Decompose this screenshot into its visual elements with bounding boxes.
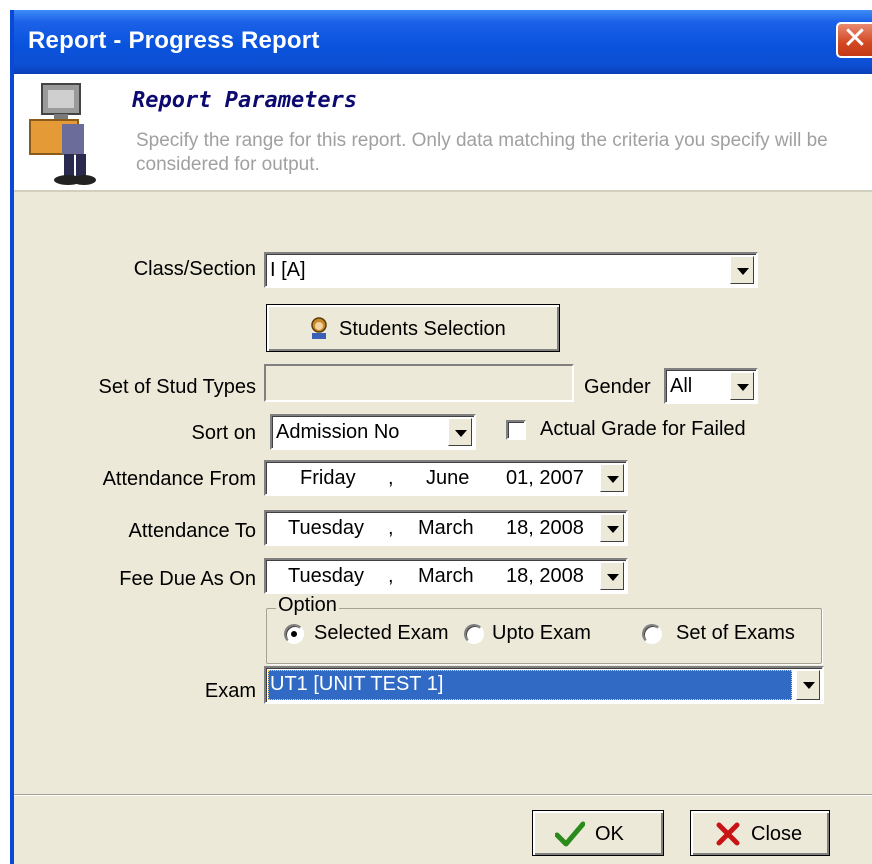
close-button[interactable]: Close [690, 810, 830, 856]
gender-value: All [670, 375, 693, 397]
checkmark-icon [555, 821, 585, 847]
exam-dropdown[interactable]: UT1 [UNIT TEST 1] [264, 666, 824, 704]
set-of-exams-label: Set of Exams [676, 622, 795, 644]
header-banner: Report Parameters Specify the range for … [14, 74, 872, 190]
chevron-down-icon[interactable] [730, 372, 754, 400]
fee-due-day: Tuesday [288, 565, 364, 587]
attendance-from-date-picker[interactable]: Friday , June 01, 2007 [264, 460, 628, 496]
banner-heading: Report Parameters [132, 88, 358, 113]
chevron-down-icon[interactable] [600, 464, 624, 492]
ok-label: OK [595, 823, 624, 845]
fee-due-date-picker[interactable]: Tuesday , March 18, 2008 [264, 558, 628, 594]
student-icon [311, 317, 327, 339]
attendance-to-label: Attendance To [128, 520, 256, 542]
date-separator: , [388, 467, 394, 489]
attendance-to-day: Tuesday [288, 517, 364, 539]
stud-types-field[interactable] [264, 364, 574, 402]
sort-on-label: Sort on [191, 422, 256, 444]
radio-set-of-exams[interactable] [642, 624, 662, 644]
date-separator: , [388, 565, 394, 587]
banner-description: Specify the range for this report. Only … [136, 130, 828, 175]
class-section-dropdown[interactable]: I [A] [264, 252, 758, 288]
close-label: Close [751, 823, 803, 845]
actual-grade-label: Actual Grade for Failed [540, 418, 746, 440]
exam-value: UT1 [UNIT TEST 1] [270, 673, 444, 695]
window-close-icon[interactable]: ✕ [836, 22, 872, 58]
exam-label: Exam [204, 680, 256, 702]
banner-divider [14, 190, 872, 192]
footer-divider [14, 794, 872, 796]
title-bar: Report - Progress Report ✕ [14, 10, 872, 74]
sort-on-value: Admission No [276, 421, 400, 443]
attendance-from-date: 01, 2007 [506, 467, 584, 489]
fee-due-label: Fee Due As On [119, 568, 256, 590]
chevron-down-icon[interactable] [600, 514, 624, 542]
date-separator: , [388, 517, 394, 539]
radio-upto-exam[interactable] [464, 624, 484, 644]
window-title: Report - Progress Report [28, 27, 320, 54]
fee-due-month: March [418, 565, 474, 587]
class-section-value: I [A] [270, 259, 306, 281]
gender-label: Gender [584, 376, 651, 398]
attendance-from-label: Attendance From [102, 468, 256, 490]
attendance-to-date: 18, 2008 [506, 517, 584, 539]
selected-exam-label: Selected Exam [314, 622, 449, 644]
option-group-title: Option [276, 594, 339, 617]
students-selection-label: Students Selection [339, 318, 506, 340]
stud-types-label: Set of Stud Types [98, 376, 256, 398]
report-dialog: Report - Progress Report ✕ Report Parame… [10, 10, 872, 864]
chevron-down-icon[interactable] [600, 562, 624, 590]
radio-selected-exam[interactable] [284, 624, 304, 644]
chevron-down-icon[interactable] [796, 670, 820, 700]
chevron-down-icon[interactable] [448, 418, 472, 446]
class-section-label: Class/Section [133, 258, 256, 280]
upto-exam-label: Upto Exam [492, 622, 591, 644]
chevron-down-icon[interactable] [730, 256, 754, 284]
attendance-to-month: March [418, 517, 474, 539]
fee-due-date: 18, 2008 [506, 565, 584, 587]
students-selection-button[interactable]: Students Selection [266, 304, 560, 352]
reading-person-icon [29, 83, 96, 185]
attendance-to-date-picker[interactable]: Tuesday , March 18, 2008 [264, 510, 628, 546]
red-x-icon [716, 822, 740, 846]
gender-dropdown[interactable]: All [664, 368, 758, 404]
sort-on-dropdown[interactable]: Admission No [270, 414, 476, 450]
attendance-from-day: Friday [300, 467, 356, 489]
ok-button[interactable]: OK [532, 810, 664, 856]
attendance-from-month: June [426, 467, 470, 489]
actual-grade-checkbox[interactable] [506, 420, 526, 440]
